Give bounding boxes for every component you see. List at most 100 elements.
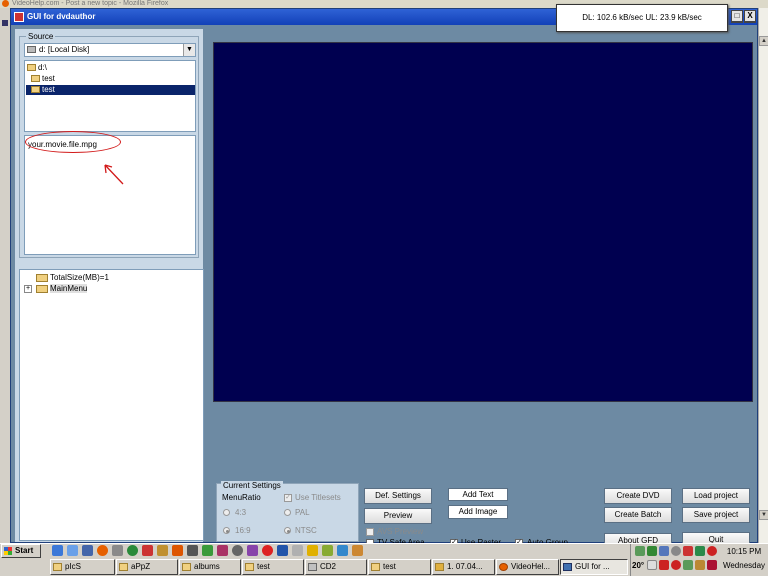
background-marker-icon	[2, 20, 8, 26]
folder-icon	[36, 285, 48, 293]
source-label: Source	[26, 32, 56, 41]
ratio-16-9-radio[interactable]	[223, 527, 230, 534]
load-project-button[interactable]: Load project	[682, 488, 750, 504]
tray-tool-icon[interactable]	[695, 560, 705, 570]
folder-icon	[119, 563, 128, 571]
quicklaunch-blue-icon[interactable]	[277, 545, 288, 556]
tree-node-totalsize[interactable]: TotalSize(MB)=1	[34, 273, 109, 283]
save-project-button[interactable]: Save project	[682, 507, 750, 523]
quicklaunch-globe-icon[interactable]	[127, 545, 138, 556]
def-settings-button[interactable]: Def. Settings	[364, 488, 432, 504]
pal-label: PAL	[295, 508, 310, 517]
taskbar-button-label: VideoHel...	[511, 562, 550, 571]
tree-node-label: MainMenu	[50, 284, 88, 293]
tray-shield-icon[interactable]	[647, 546, 657, 556]
taskbar-button[interactable]: CD2	[305, 559, 367, 575]
directory-list[interactable]: d:\ test test	[24, 60, 196, 132]
scroll-down-arrow-icon[interactable]: ▼	[759, 510, 768, 520]
directory-item-label: test	[42, 74, 55, 83]
taskbar-button-label: pIcS	[65, 562, 82, 571]
drive-select[interactable]: d: [Local Disk] ▼	[24, 43, 196, 57]
tray-av-icon[interactable]	[707, 546, 717, 556]
tray-network-icon[interactable]	[635, 546, 645, 556]
tray-red-icon[interactable]	[659, 560, 669, 570]
quicklaunch-tool-icon[interactable]	[112, 545, 123, 556]
quicklaunch-clock-icon[interactable]	[232, 545, 243, 556]
tray-temperature: 20°	[632, 561, 645, 570]
quicklaunch-sky-icon[interactable]	[337, 545, 348, 556]
windows-logo-icon	[4, 547, 12, 555]
ntsc-label: NTSC	[295, 526, 317, 535]
ratio-4-3-radio[interactable]	[223, 509, 230, 516]
add-text-button[interactable]: Add Text	[448, 488, 508, 501]
taskbar-button[interactable]: aPpZ	[116, 559, 178, 575]
quicklaunch-amber-icon[interactable]	[307, 545, 318, 556]
quicklaunch-yellow-icon[interactable]	[157, 545, 168, 556]
background-scrollbar[interactable]: ▲ ▼	[758, 8, 768, 543]
directory-item-selected[interactable]: test	[26, 85, 195, 95]
chevron-down-icon[interactable]: ▼	[183, 44, 195, 56]
transfer-rate-overlay: DL: 102.6 kB/sec UL: 23.9 kB/sec	[556, 4, 728, 32]
tray-monitor-icon[interactable]	[683, 560, 693, 570]
taskbar-button[interactable]: pIcS	[50, 559, 115, 575]
menu-tree[interactable]: TotalSize(MB)=1 + MainMenu	[19, 269, 204, 541]
taskbar-button[interactable]: albums	[179, 559, 241, 575]
directory-item[interactable]: d:\	[26, 63, 66, 73]
window-maximize-button[interactable]: □	[731, 10, 743, 22]
tree-node-mainmenu[interactable]: + MainMenu	[24, 284, 88, 294]
menu-preview-canvas[interactable]	[213, 42, 753, 402]
quicklaunch-media-icon[interactable]	[82, 545, 93, 556]
quicklaunch-orange-icon[interactable]	[172, 545, 183, 556]
quicklaunch-ie-icon[interactable]	[67, 545, 78, 556]
preview-button[interactable]: Preview	[364, 508, 432, 524]
create-batch-button[interactable]: Create Batch	[604, 507, 672, 523]
ntsc-radio[interactable]	[284, 527, 291, 534]
avs-preview-checkbox[interactable]	[366, 528, 374, 536]
clock-time[interactable]: 10:15 PM	[721, 547, 767, 557]
quicklaunch-pink-icon[interactable]	[217, 545, 228, 556]
quicklaunch-purple-icon[interactable]	[247, 545, 258, 556]
quicklaunch-green-icon[interactable]	[202, 545, 213, 556]
taskbar-button[interactable]: test	[368, 559, 431, 575]
window-close-button[interactable]: X	[744, 10, 756, 22]
create-dvd-button[interactable]: Create DVD	[604, 488, 672, 504]
menu-ratio-label: MenuRatio	[222, 493, 261, 502]
tray-arrows-icon[interactable]	[695, 546, 705, 556]
taskbar-button-active[interactable]: GUI for ...	[560, 559, 628, 575]
directory-item-label: test	[42, 85, 55, 94]
add-image-button[interactable]: Add Image	[448, 505, 508, 519]
bottom-controls: Current Settings MenuRatio ✓ Use Titlese…	[213, 407, 753, 549]
quicklaunch-light-icon[interactable]	[292, 545, 303, 556]
drive-icon	[27, 46, 36, 53]
tray-gear-icon[interactable]	[671, 546, 681, 556]
drive-icon	[308, 563, 317, 571]
quicklaunch-desktop-icon[interactable]	[52, 545, 63, 556]
tray-m-icon[interactable]	[707, 560, 717, 570]
quicklaunch-gray-icon[interactable]	[187, 545, 198, 556]
directory-item-label: d:\	[38, 63, 47, 72]
start-button[interactable]: Start	[1, 544, 41, 558]
taskbar-button[interactable]: VideoHel...	[496, 559, 559, 575]
folder-open-icon	[31, 86, 40, 93]
use-titlesets-checkbox[interactable]: ✓	[284, 494, 292, 502]
pal-radio[interactable]	[284, 509, 291, 516]
directory-item[interactable]: test	[30, 74, 70, 84]
quicklaunch-stop-icon[interactable]	[262, 545, 273, 556]
ratio-16-9-label: 16:9	[235, 526, 251, 535]
tray-stop-icon[interactable]	[671, 560, 681, 570]
quicklaunch-tan-icon[interactable]	[352, 545, 363, 556]
taskbar-button[interactable]: 1. 07.04...	[432, 559, 495, 575]
tray-users-icon[interactable]	[659, 546, 669, 556]
file-list[interactable]: your.movie.file.mpg	[24, 131, 196, 255]
quicklaunch-firefox-icon[interactable]	[97, 545, 108, 556]
scroll-up-arrow-icon[interactable]: ▲	[759, 36, 768, 46]
app-icon	[563, 563, 572, 571]
quicklaunch-red-icon[interactable]	[142, 545, 153, 556]
expand-plus-icon[interactable]: +	[24, 285, 32, 293]
tray-hand-icon[interactable]	[647, 560, 657, 570]
clock-day[interactable]: Wednesday	[719, 561, 768, 571]
taskbar-button[interactable]: test	[242, 559, 304, 575]
tray-alert-icon[interactable]	[683, 546, 693, 556]
folder-icon	[53, 563, 62, 571]
quicklaunch-olive-icon[interactable]	[322, 545, 333, 556]
